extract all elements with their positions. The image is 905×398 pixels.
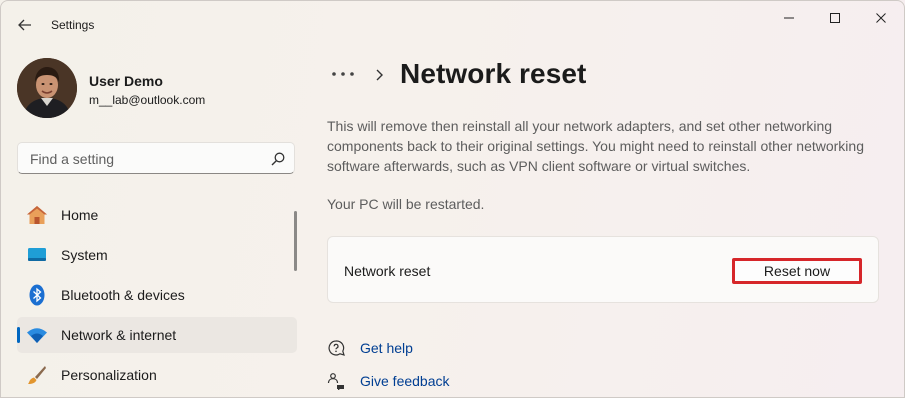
monitor-icon (26, 244, 48, 266)
sidebar-item-network[interactable]: Network & internet (17, 317, 297, 353)
sidebar-item-label: Home (61, 207, 99, 223)
search-box[interactable] (17, 142, 295, 174)
sidebar-scrollbar[interactable] (294, 211, 297, 271)
reset-now-button[interactable]: Reset now (732, 258, 862, 284)
search-icon[interactable] (270, 151, 286, 167)
get-help-label[interactable]: Get help (360, 340, 413, 356)
close-button[interactable] (858, 4, 904, 32)
breadcrumb-more-button[interactable] (330, 66, 356, 82)
more-horizontal-icon (332, 72, 354, 76)
page-title: Network reset (400, 58, 587, 89)
maximize-button[interactable] (812, 4, 858, 32)
get-help-link[interactable]: Get help (326, 338, 413, 358)
sidebar-item-label: System (61, 247, 108, 263)
user-photo-icon (17, 58, 77, 118)
chevron-right-icon (374, 67, 386, 83)
maximize-icon (830, 13, 840, 23)
sidebar-item-label: Bluetooth & devices (61, 287, 185, 303)
close-icon (876, 13, 886, 23)
card-label: Network reset (344, 263, 431, 279)
app-title: Settings (51, 18, 95, 32)
home-icon (26, 204, 48, 226)
sidebar-item-label: Network & internet (61, 327, 177, 343)
wifi-icon (26, 324, 48, 346)
bluetooth-icon (26, 284, 48, 306)
network-reset-card: Network reset Reset now (327, 236, 879, 303)
sidebar-item-home[interactable]: Home (17, 197, 297, 233)
search-input[interactable] (28, 150, 252, 168)
give-feedback-link[interactable]: Give feedback (326, 371, 450, 391)
user-email: m__lab@outlook.com (89, 93, 206, 107)
arrow-left-icon (18, 19, 31, 31)
help-icon (326, 338, 346, 358)
sidebar-item-personalization[interactable]: Personalization (17, 357, 297, 393)
brush-icon (26, 364, 48, 386)
sidebar-item-label: Personalization (61, 367, 157, 383)
active-indicator (17, 327, 20, 343)
minimize-icon (784, 17, 794, 19)
give-feedback-label[interactable]: Give feedback (360, 373, 450, 389)
back-button[interactable] (14, 14, 36, 36)
user-name: User Demo (89, 73, 163, 89)
avatar[interactable] (17, 58, 77, 118)
feedback-icon (326, 371, 346, 391)
minimize-button[interactable] (766, 4, 812, 32)
sidebar-item-system[interactable]: System (17, 237, 297, 273)
page-description: This will remove then reinstall all your… (327, 118, 864, 174)
sidebar-item-bluetooth[interactable]: Bluetooth & devices (17, 277, 297, 313)
restart-note: Your PC will be restarted. (327, 196, 485, 212)
